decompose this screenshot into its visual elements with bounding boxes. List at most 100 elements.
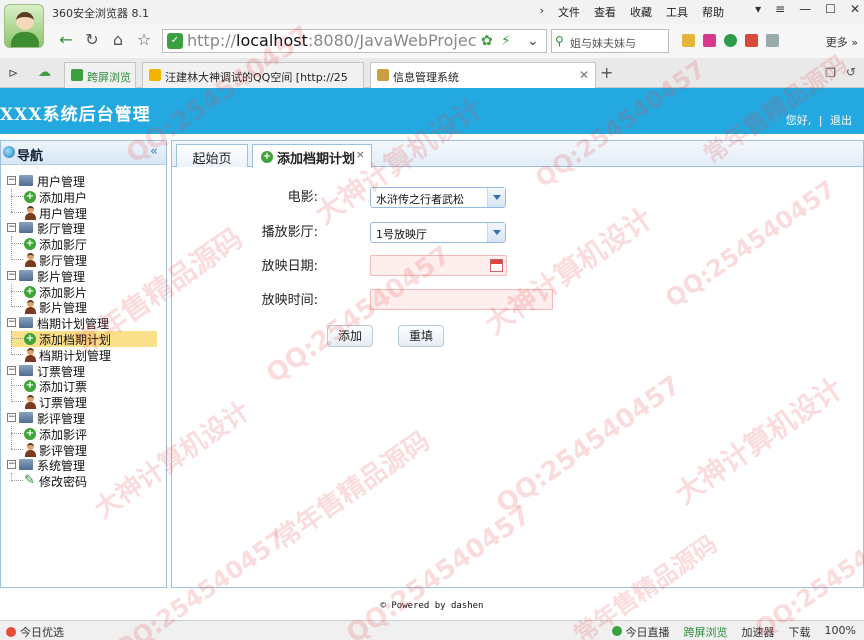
user-avatar[interactable]	[4, 4, 44, 48]
tree-connector	[11, 480, 23, 482]
chevron-down-icon[interactable]: ⌄	[527, 33, 539, 49]
menu-help[interactable]: 帮助	[702, 4, 724, 20]
collapse-box-icon[interactable]: −	[7, 223, 16, 233]
tree-line	[11, 236, 12, 260]
tab-add-schedule[interactable]: + 添加档期计划 ×	[252, 144, 372, 168]
hall-label: 播放影厅:	[261, 225, 318, 240]
add-button[interactable]: 添加	[327, 325, 373, 347]
app-title: XXX系统后台管理	[0, 105, 151, 125]
cloud-icon[interactable]: ☁	[38, 65, 51, 80]
menu-file[interactable]: 文件	[558, 4, 580, 20]
chevron-down-icon[interactable]	[487, 223, 505, 242]
apps-icon[interactable]	[682, 34, 695, 47]
browser-menu: › 文件 查看 收藏 工具 帮助	[540, 4, 724, 20]
collapse-box-icon[interactable]: −	[7, 176, 16, 185]
chevron-down-icon[interactable]	[487, 188, 505, 207]
menu-view[interactable]: 查看	[594, 4, 616, 20]
menu-favorites[interactable]: 收藏	[630, 4, 652, 20]
add-icon: +	[24, 285, 36, 298]
time-input[interactable]	[370, 289, 553, 310]
maximize-icon[interactable]: ☐	[825, 2, 836, 16]
sidebar-toggle-icon[interactable]: ⊳	[8, 66, 18, 80]
live-button[interactable]: 今日直播	[612, 624, 670, 640]
restore-tab-icon[interactable]: ❐	[825, 66, 836, 80]
hall-select[interactable]: 1号放映厅	[370, 222, 506, 243]
reset-button[interactable]: 重填	[398, 325, 444, 347]
date-input[interactable]	[370, 255, 507, 276]
nav-item[interactable]: + 添加影片	[11, 284, 151, 300]
tab-close-icon[interactable]: ×	[356, 148, 365, 161]
more-button[interactable]: 更多 »	[826, 34, 858, 50]
close-icon[interactable]: ✕	[850, 2, 860, 16]
nav-item[interactable]: ✎ 修改密码	[11, 473, 151, 489]
minimize-icon[interactable]: —	[799, 2, 811, 16]
undo-icon[interactable]: ↺	[846, 65, 856, 79]
nav-group-label: 档期计划管理	[37, 317, 110, 332]
collapse-box-icon[interactable]: −	[7, 318, 16, 328]
browser-tab-info-system[interactable]: 信息管理系统 ✕	[370, 62, 596, 88]
recommend-icon	[6, 627, 16, 637]
status-left[interactable]: 今日优选	[6, 624, 64, 640]
nav-item[interactable]: 档期计划管理	[11, 347, 151, 363]
nav-item-label: 修改密码	[39, 475, 88, 490]
tab-close-icon[interactable]: ✕	[579, 68, 589, 82]
chevron-right-icon[interactable]: ›	[540, 4, 544, 20]
accelerator-button[interactable]: 加速器	[742, 624, 775, 640]
nav-group-label: 订票管理	[37, 364, 86, 379]
ext-icon[interactable]: ✿	[481, 33, 493, 49]
url-input[interactable]: ✓ http://localhost:8080/JavaWebProject/m…	[162, 29, 547, 53]
nav-item[interactable]: 影厅管理	[11, 252, 151, 268]
nav-item[interactable]: + 添加影评	[11, 426, 151, 442]
new-tab-icon[interactable]: +	[600, 63, 613, 82]
calendar-icon[interactable]	[490, 259, 503, 272]
nav-item[interactable]: 用户管理	[11, 205, 151, 221]
nav-item[interactable]: + 添加影厅	[11, 236, 151, 252]
globe-icon	[3, 146, 15, 158]
nav-item[interactable]: 影评管理	[11, 442, 151, 458]
star-icon	[149, 69, 161, 81]
ad-icon[interactable]	[745, 34, 758, 47]
page-footer: © Powered by dashen	[380, 601, 484, 611]
shirt-icon[interactable]: ▾	[755, 2, 761, 16]
address-toolbar: ← ↻ ⌂ ☆ ✓ http://localhost:8080/JavaWebP…	[0, 24, 864, 58]
user-icon	[24, 395, 36, 410]
back-icon[interactable]: ←	[56, 30, 76, 50]
collapse-box-icon[interactable]: −	[7, 365, 16, 375]
nav-item[interactable]: + 添加档期计划	[11, 331, 157, 347]
tree-connector	[11, 401, 23, 403]
browser-tab-qzone[interactable]: 汪建林大神调试的QQ空间 [http://25	[142, 62, 364, 88]
collapse-box-icon[interactable]: −	[7, 413, 16, 422]
menu-tools[interactable]: 工具	[666, 4, 688, 20]
nav-item[interactable]: 影片管理	[11, 299, 151, 315]
tab-home[interactable]: 起始页	[176, 144, 248, 167]
nav-item[interactable]: + 添加用户	[11, 189, 151, 205]
browser-tab-crossscreen[interactable]: 跨屏浏览	[64, 62, 136, 88]
money-icon[interactable]	[724, 34, 737, 47]
nav-item[interactable]: + 添加订票	[11, 378, 151, 394]
collapse-icon[interactable]: «	[150, 144, 158, 159]
logout-link[interactable]: 退出	[830, 114, 852, 127]
add-icon: +	[24, 333, 36, 345]
mail-icon[interactable]	[703, 34, 716, 47]
search-input[interactable]: ⚲ 姐与妹夫妹与	[551, 29, 669, 53]
cut-icon[interactable]	[766, 34, 779, 47]
content-tab-bar: 起始页 + 添加档期计划 ×	[172, 141, 863, 168]
time-label: 放映时间:	[261, 293, 318, 308]
refresh-icon[interactable]: ↻	[82, 30, 102, 50]
nav-item[interactable]: 订票管理	[11, 394, 151, 410]
collapse-box-icon[interactable]: −	[7, 270, 16, 280]
home-icon[interactable]: ⌂	[108, 30, 128, 50]
crossscreen-button[interactable]: 跨屏浏览	[684, 624, 728, 640]
add-icon: +	[24, 190, 36, 203]
nav-group-label: 系统管理	[37, 459, 86, 474]
collapse-box-icon[interactable]: −	[7, 460, 16, 470]
movie-select[interactable]: 水浒传之行者武松	[370, 187, 506, 208]
lightning-icon[interactable]: ⚡	[501, 33, 511, 49]
tree-line	[11, 331, 12, 355]
zoom-level[interactable]: 100%	[825, 624, 856, 640]
star-icon[interactable]: ☆	[134, 30, 154, 50]
menu-icon[interactable]: ≡	[775, 2, 785, 16]
browser-status-bar: 今日优选 今日直播 跨屏浏览 加速器 下载 100%	[0, 620, 864, 640]
download-button[interactable]: 下载	[789, 624, 811, 640]
nav-item-label: 添加影厅	[39, 238, 88, 253]
